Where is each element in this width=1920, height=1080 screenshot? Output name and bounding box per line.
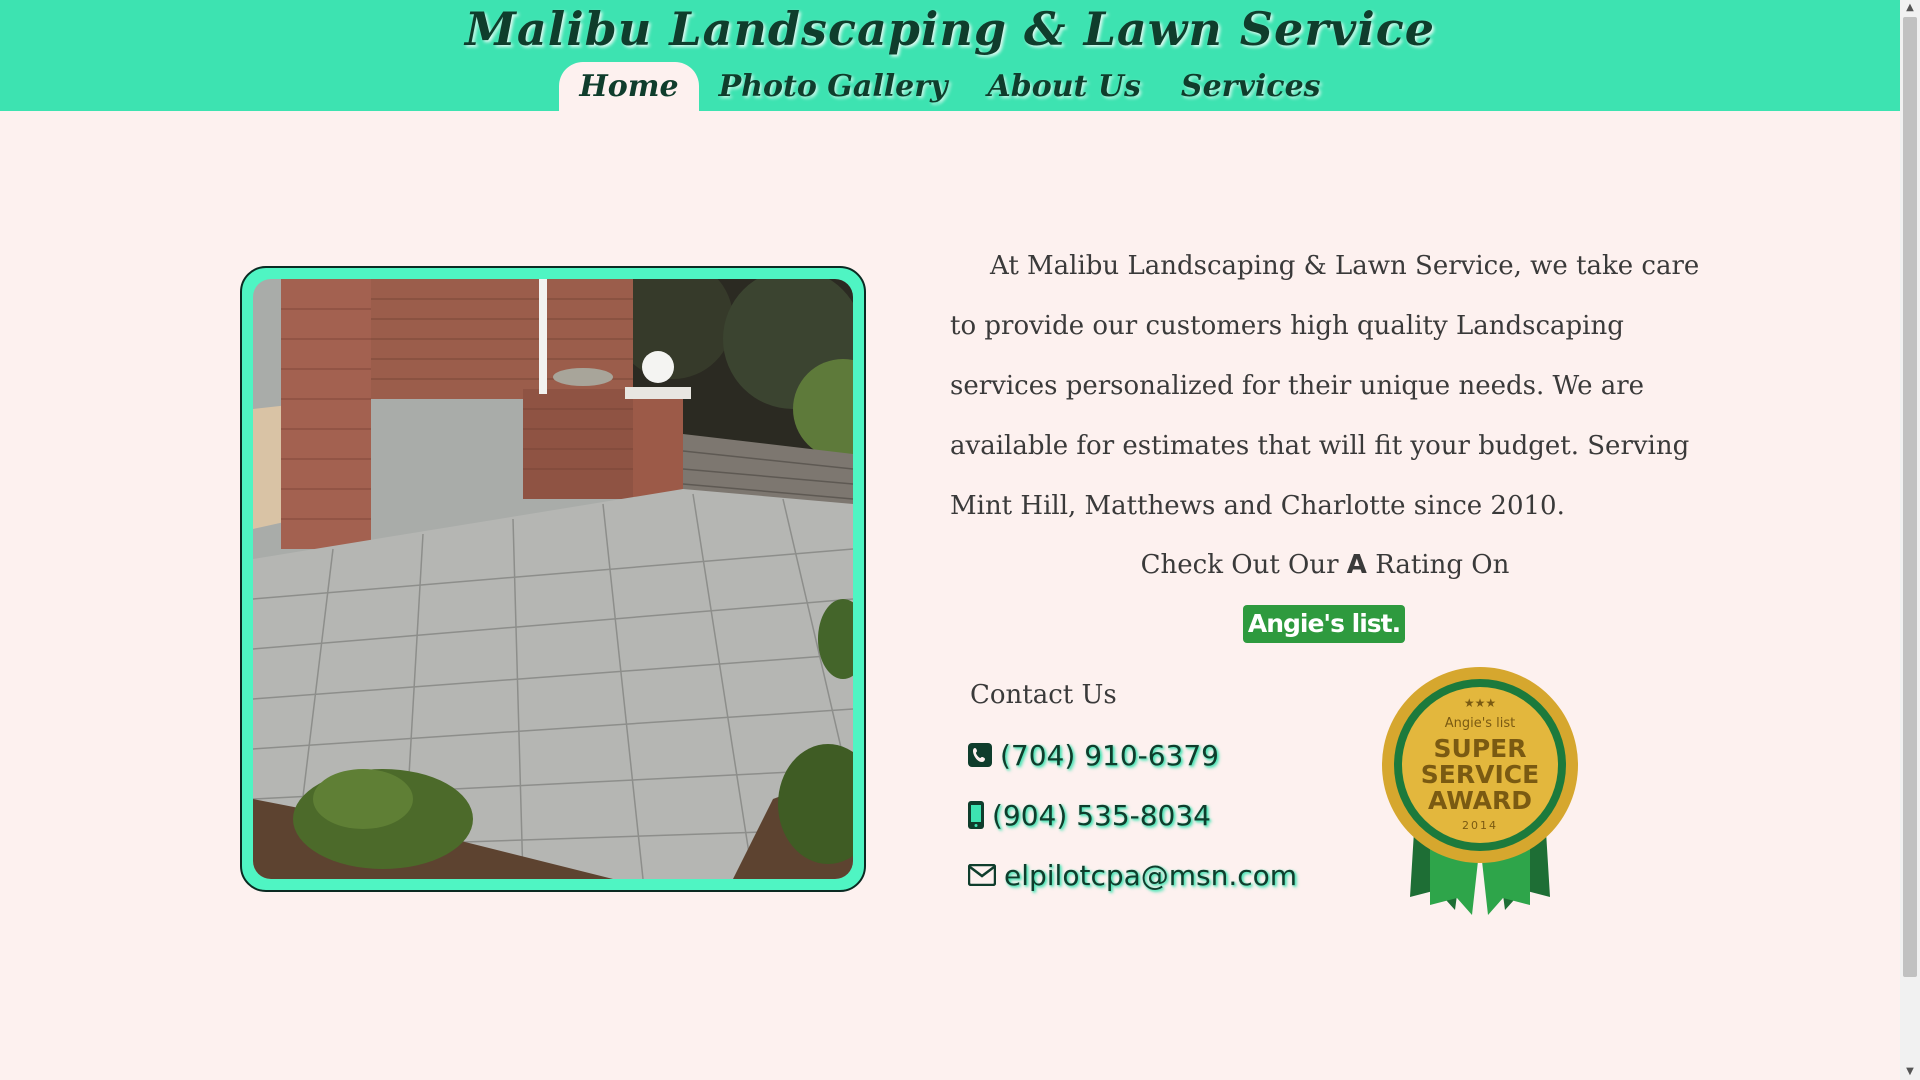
patio-photo-frame xyxy=(240,266,866,892)
email-address: elpilotcpa@msn.com xyxy=(1004,858,1298,892)
award-stars: ★★★ xyxy=(1464,696,1496,710)
nav-item-photo-gallery[interactable]: Photo Gallery xyxy=(699,62,968,111)
nav-item-home[interactable]: Home xyxy=(559,62,699,111)
super-service-award-badge[interactable]: ★★★ Angie's list SUPER SERVICE AWARD 201… xyxy=(1375,665,1585,920)
about-paragraph: At Malibu Landscaping & Lawn Service, we… xyxy=(950,251,1700,521)
award-line-1: SUPER xyxy=(1434,734,1527,763)
main-nav: Home Photo Gallery About Us Services xyxy=(0,62,1900,111)
scroll-down-arrow-icon[interactable]: ▼ xyxy=(1900,1064,1920,1080)
award-brand: Angie's list xyxy=(1445,716,1516,731)
scrollbar-thumb[interactable] xyxy=(1903,17,1917,977)
nav-item-services[interactable]: Services xyxy=(1161,62,1341,111)
award-line-2: SERVICE xyxy=(1421,760,1539,789)
award-year: 2014 xyxy=(1462,819,1498,832)
nav-item-about-us[interactable]: About Us xyxy=(967,62,1160,111)
mobile-link[interactable]: (904) 535-8034 xyxy=(968,785,1211,845)
phone-number: (704) 910-6379 xyxy=(1000,738,1219,772)
award-line-3: AWARD xyxy=(1428,786,1532,815)
phone-link[interactable]: (704) 910-6379 xyxy=(968,725,1219,785)
envelope-icon xyxy=(968,864,996,886)
mobile-icon xyxy=(968,801,984,829)
rating-suffix: Rating On xyxy=(1375,550,1510,580)
site-title[interactable]: Malibu Landscaping & Lawn Service xyxy=(0,2,1900,56)
contact-title: Contact Us xyxy=(970,680,1117,710)
mobile-number: (904) 535-8034 xyxy=(992,798,1211,832)
phone-square-icon xyxy=(968,743,992,767)
page-scrollbar[interactable]: ▲ ▼ xyxy=(1900,0,1920,1080)
email-link[interactable]: elpilotcpa@msn.com xyxy=(968,845,1297,905)
rating-line: Check Out Our A Rating On xyxy=(950,535,1700,595)
site-header: Malibu Landscaping & Lawn Service Home P… xyxy=(0,0,1900,111)
scroll-up-arrow-icon[interactable]: ▲ xyxy=(1900,0,1920,16)
angies-list-logo[interactable]: Angie's list. xyxy=(1243,605,1405,643)
patio-photo xyxy=(253,279,853,879)
rating-grade: A xyxy=(1346,550,1367,580)
rating-prefix: Check Out Our xyxy=(1140,550,1339,580)
